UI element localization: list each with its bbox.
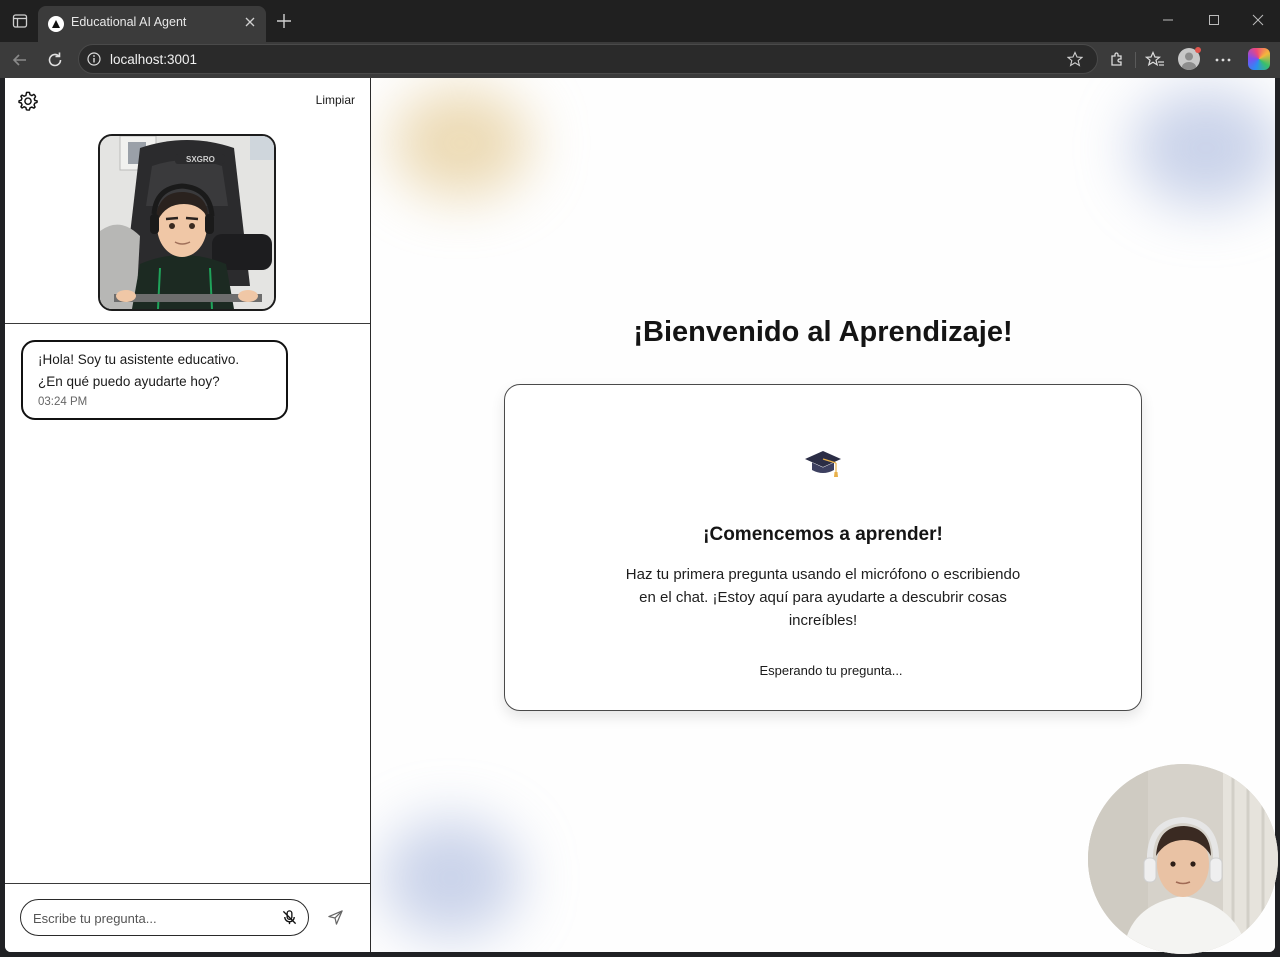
browser-toolbar: localhost:3001 [0, 42, 1280, 78]
graduation-cap-icon [805, 451, 841, 477]
tab-title: Educational AI Agent [71, 15, 187, 29]
address-bar[interactable]: localhost:3001 [78, 44, 1098, 74]
chat-input-container [20, 899, 309, 936]
extensions-icon[interactable] [1106, 50, 1126, 70]
browser-tab[interactable]: Educational AI Agent [38, 6, 266, 42]
profile-notification-dot [1195, 47, 1201, 53]
url-text: localhost:3001 [110, 52, 198, 67]
status-text: Esperando tu pregunta... [759, 663, 903, 678]
decor-blob-blue-bottom [381, 818, 521, 938]
svg-text:SXGRO: SXGRO [186, 155, 215, 164]
more-options-icon[interactable] [1213, 50, 1233, 70]
assistant-message: ¡Hola! Soy tu asistente educativo. ¿En q… [21, 340, 288, 420]
app-favicon-icon [48, 16, 64, 32]
close-tab-icon[interactable] [243, 15, 257, 29]
decor-blob-yellow [391, 88, 531, 198]
page-viewport: Limpiar SXGRO ¡Hola! Soy tu asistente ed… [5, 78, 1275, 952]
copilot-icon[interactable] [1248, 48, 1270, 70]
minimize-icon[interactable] [1161, 13, 1175, 27]
close-window-icon[interactable] [1251, 13, 1265, 27]
gear-icon[interactable] [17, 90, 39, 112]
sidebar-divider [5, 323, 370, 324]
back-arrow-icon[interactable] [10, 50, 30, 70]
tab-actions-icon[interactable] [12, 13, 28, 29]
message-line: ¿En qué puedo ayudarte hoy? [38, 374, 220, 389]
chat-sidebar: Limpiar SXGRO ¡Hola! Soy tu asistente ed… [5, 78, 371, 952]
browser-titlebar: Educational AI Agent [0, 0, 1280, 42]
send-icon[interactable] [327, 909, 344, 926]
favorite-star-icon[interactable] [1067, 51, 1083, 67]
decor-blob-blue [1131, 88, 1275, 208]
favorites-icon[interactable] [1145, 50, 1165, 70]
clear-chat-button[interactable]: Limpiar [316, 93, 355, 107]
message-timestamp: 03:24 PM [38, 396, 88, 408]
mic-off-icon[interactable] [281, 909, 298, 926]
card-title: ¡Comencemos a aprender! [703, 524, 943, 545]
welcome-card: ¡Comencemos a aprender! Haz tu primera p… [504, 384, 1142, 711]
input-divider [5, 883, 370, 884]
agent-avatar-image: SXGRO [98, 134, 276, 311]
page-title: ¡Bienvenido al Aprendizaje! [633, 316, 1013, 348]
card-description: Haz tu primera pregunta usando el micróf… [625, 566, 1021, 629]
webcam-overlay [1088, 764, 1278, 954]
toolbar-separator [1135, 52, 1136, 68]
site-info-icon[interactable] [87, 52, 101, 66]
reload-icon[interactable] [45, 50, 65, 70]
new-tab-icon[interactable] [276, 13, 292, 29]
chat-input[interactable] [31, 908, 275, 928]
message-line: ¡Hola! Soy tu asistente educativo. [38, 352, 240, 367]
maximize-icon[interactable] [1207, 13, 1221, 27]
